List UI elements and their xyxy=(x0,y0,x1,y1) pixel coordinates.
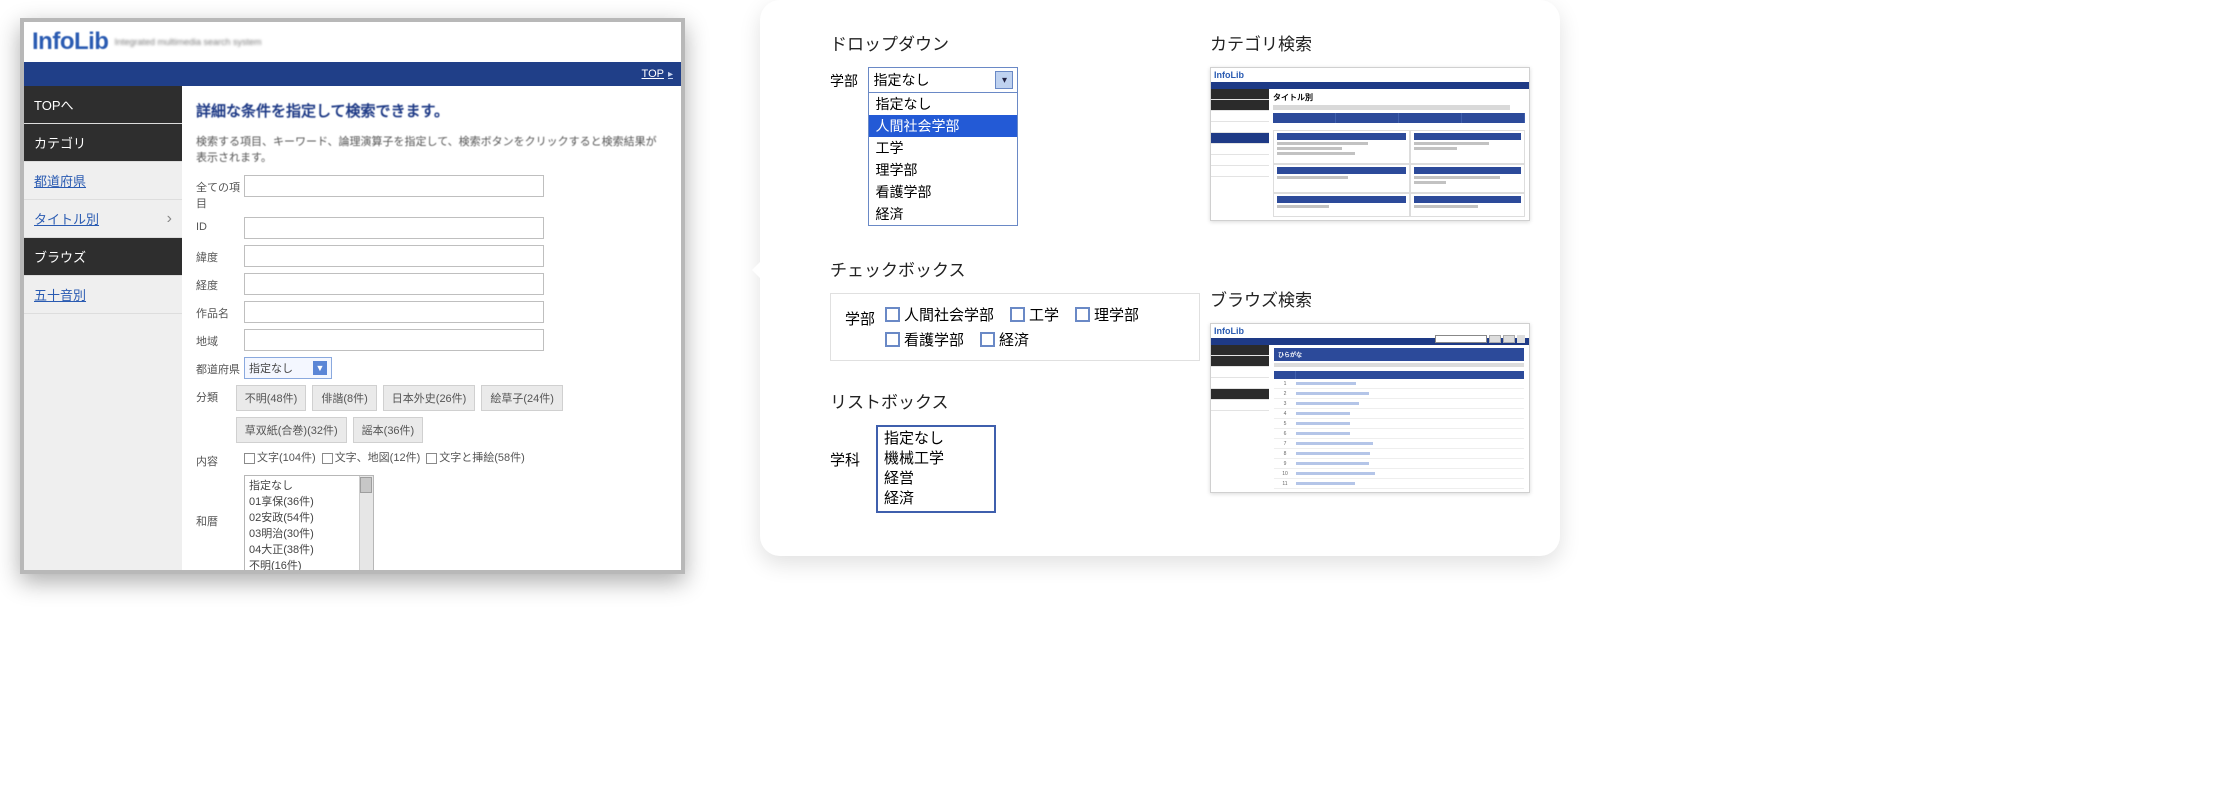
pref-label: 都道府県 xyxy=(196,357,244,377)
callout-bubble: ドロップダウン 学部 指定なし ▾ 指定なし人間社会学部工学理学部看護学部経済 … xyxy=(760,0,1560,556)
filter-tag[interactable]: 草双紙(合巻)(32件) xyxy=(236,417,347,443)
sidebar-item[interactable]: カテゴリ xyxy=(24,124,182,162)
dropdown-option[interactable]: 人間社会学部 xyxy=(869,115,1017,137)
dropdown-label: 学部 xyxy=(830,67,858,91)
text-input[interactable] xyxy=(244,273,544,295)
field-label: 緯度 xyxy=(196,245,244,265)
content-checkbox[interactable]: 文字、地図(12件) xyxy=(322,452,421,464)
category-search-title: カテゴリ検索 xyxy=(1210,30,1530,55)
logo-text: InfoLib xyxy=(32,28,108,56)
checkbox-option[interactable]: 看護学部 xyxy=(885,329,964,350)
class-tags: 不明(48件)俳諧(8件) 日本外史(26件)絵草子(24件) 草双紙(合巻)(32… xyxy=(236,385,667,443)
checkbox-option[interactable]: 人間社会学部 xyxy=(885,304,994,325)
sidebar-item[interactable]: 五十音別 xyxy=(24,276,182,314)
checkbox-option[interactable]: 理学部 xyxy=(1075,304,1139,325)
filter-tag[interactable]: 不明(48件) xyxy=(236,385,307,411)
checkbox-title: チェックボックス xyxy=(830,256,1200,281)
dropdown-option[interactable]: 工学 xyxy=(869,137,1017,159)
field-label: ID xyxy=(196,217,244,233)
text-input[interactable] xyxy=(244,245,544,267)
main-panel: 詳細な条件を指定して検索できます。 検索する項目、キーワード、論理演算子を指定し… xyxy=(182,86,681,570)
content-checkboxes: 文字(104件) 文字、地図(12件) 文字と挿絵(58件) xyxy=(244,449,531,465)
dropdown-sample[interactable]: 指定なし ▾ 指定なし人間社会学部工学理学部看護学部経済 xyxy=(868,67,1018,226)
dropdown-section: ドロップダウン 学部 指定なし ▾ 指定なし人間社会学部工学理学部看護学部経済 xyxy=(830,30,1018,226)
listbox-option[interactable]: 経済 xyxy=(878,489,994,509)
dropdown-options-list: 指定なし人間社会学部工学理学部看護学部経済 xyxy=(869,93,1017,225)
listbox-title: リストボックス xyxy=(830,388,996,413)
dropdown-option[interactable]: 理学部 xyxy=(869,159,1017,181)
field-label: 経度 xyxy=(196,273,244,293)
text-input[interactable] xyxy=(244,301,544,323)
chevron-down-icon[interactable]: ▾ xyxy=(995,71,1013,89)
filter-tag[interactable]: 日本外史(26件) xyxy=(383,385,476,411)
dropdown-option[interactable]: 経済 xyxy=(869,203,1017,225)
chevron-down-icon: ▼ xyxy=(313,361,327,375)
browse-search-thumbnail: InfoLib ひらがな 1234567891011 xyxy=(1210,323,1530,493)
page-description: 検索する項目、キーワード、論理演算子を指定して、検索ボタンをクリックすると検索結… xyxy=(196,133,667,165)
listbox-label: 学科 xyxy=(830,425,860,470)
text-input[interactable] xyxy=(244,217,544,239)
filter-tag[interactable]: 俳諧(8件) xyxy=(312,385,376,411)
checkbox-option[interactable]: 工学 xyxy=(1010,304,1059,325)
sidebar-item[interactable]: 都道府県 xyxy=(24,162,182,200)
sidebar-item[interactable]: ブラウズ xyxy=(24,238,182,276)
top-link[interactable]: TOP xyxy=(642,68,664,80)
filter-tag[interactable]: 絵草子(24件) xyxy=(481,385,563,411)
field-label: 全ての項目 xyxy=(196,175,244,211)
top-navbar: TOP ▸ xyxy=(24,62,681,86)
listbox-section: リストボックス 学科 指定なし機械工学経営経済 xyxy=(830,388,996,513)
thumb-search-bar xyxy=(1435,335,1525,343)
era-listbox[interactable]: 指定なし01享保(36件)02安政(54件)03明治(30件)04大正(38件)… xyxy=(244,475,374,571)
dropdown-title: ドロップダウン xyxy=(830,30,1018,55)
category-search-thumbnail: InfoLib タイトル別 xyxy=(1210,67,1530,221)
filter-tag[interactable]: 謡本(36件) xyxy=(353,417,424,443)
text-input[interactable] xyxy=(244,329,544,351)
era-label: 和暦 xyxy=(196,475,244,529)
category-search-section: カテゴリ検索 InfoLib タイトル別 xyxy=(1210,30,1530,221)
content-checkbox[interactable]: 文字(104件) xyxy=(244,452,316,464)
dropdown-option[interactable]: 指定なし xyxy=(869,93,1017,115)
chevron-right-icon: ▸ xyxy=(668,69,673,80)
browse-search-title: ブラウズ検索 xyxy=(1210,286,1530,311)
scrollbar-thumb[interactable] xyxy=(360,477,372,493)
content-checkbox[interactable]: 文字と挿絵(58件) xyxy=(426,452,525,464)
checkbox-option[interactable]: 経済 xyxy=(980,329,1029,350)
chevron-right-icon: › xyxy=(167,210,172,228)
content-label: 内容 xyxy=(196,449,244,469)
listbox-option[interactable]: 経営 xyxy=(878,469,994,489)
field-label: 作品名 xyxy=(196,301,244,321)
field-label: 地域 xyxy=(196,329,244,349)
logo-subtitle: Integrated multimedia search system xyxy=(114,37,261,47)
listbox-sample[interactable]: 指定なし機械工学経営経済 xyxy=(876,425,996,513)
page-heading: 詳細な条件を指定して検索できます。 xyxy=(196,100,667,121)
listbox-option[interactable]: 指定なし xyxy=(878,429,994,449)
sidebar-item[interactable]: TOPへ xyxy=(24,86,182,124)
sidebar: TOPへカテゴリ都道府県タイトル別›ブラウズ五十音別 xyxy=(24,86,182,570)
pref-select[interactable]: 指定なし ▼ xyxy=(244,357,332,379)
checkbox-label: 学部 xyxy=(845,304,875,329)
sidebar-item[interactable]: タイトル別› xyxy=(24,200,182,238)
browse-search-section: ブラウズ検索 InfoLib ひらがな 1234567891011 xyxy=(1210,286,1530,493)
search-window: InfoLib Integrated multimedia search sys… xyxy=(20,18,685,574)
listbox-option[interactable]: 機械工学 xyxy=(878,449,994,469)
scrollbar[interactable] xyxy=(359,476,373,570)
logo-bar: InfoLib Integrated multimedia search sys… xyxy=(24,22,681,62)
checkbox-section: チェックボックス 学部 人間社会学部 工学 理学部 看護学部 経済 xyxy=(830,256,1200,361)
class-label: 分類 xyxy=(196,385,236,405)
text-input[interactable] xyxy=(244,175,544,197)
dropdown-option[interactable]: 看護学部 xyxy=(869,181,1017,203)
